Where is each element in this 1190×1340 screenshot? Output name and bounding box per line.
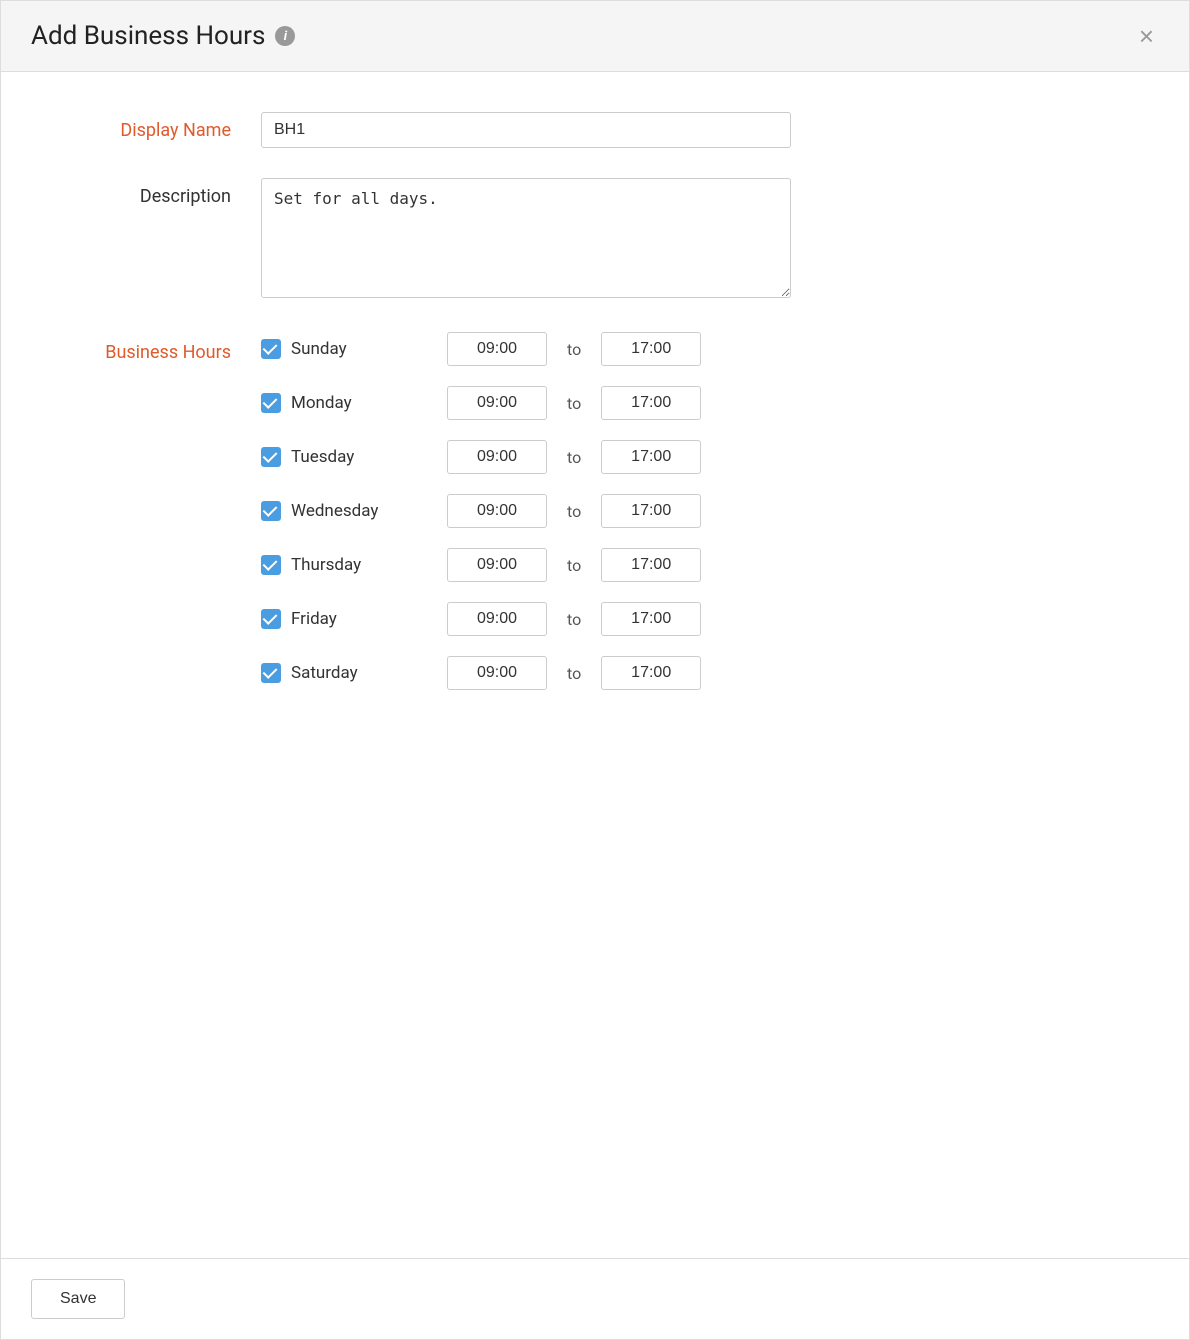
description-input-wrapper: Set for all days.	[261, 178, 791, 302]
sunday-label: Sunday	[291, 339, 401, 359]
wednesday-end-time[interactable]	[601, 494, 701, 528]
thursday-end-time[interactable]	[601, 548, 701, 582]
modal-title: Add Business Hours	[31, 21, 265, 51]
title-area: Add Business Hours i	[31, 21, 295, 51]
table-row: Thursday to	[261, 548, 1129, 582]
friday-start-time[interactable]	[447, 602, 547, 636]
save-button[interactable]: Save	[31, 1279, 125, 1319]
saturday-start-time[interactable]	[447, 656, 547, 690]
business-hours-label: Business Hours	[61, 332, 261, 363]
wednesday-to-label: to	[567, 502, 581, 521]
friday-to-label: to	[567, 610, 581, 629]
table-row: Saturday to	[261, 656, 1129, 690]
table-row: Monday to	[261, 386, 1129, 420]
monday-end-time[interactable]	[601, 386, 701, 420]
tuesday-checkbox-container: Tuesday	[261, 447, 431, 467]
friday-checkbox-container: Friday	[261, 609, 431, 629]
thursday-label: Thursday	[291, 555, 401, 575]
display-name-label: Display Name	[61, 112, 261, 141]
modal-body: Display Name Description Set for all day…	[1, 72, 1189, 1258]
info-icon[interactable]: i	[275, 26, 295, 46]
thursday-start-time[interactable]	[447, 548, 547, 582]
display-name-input-wrapper	[261, 112, 791, 148]
sunday-end-time[interactable]	[601, 332, 701, 366]
tuesday-checkbox[interactable]	[261, 447, 281, 467]
tuesday-label: Tuesday	[291, 447, 401, 467]
display-name-row: Display Name	[61, 112, 1129, 148]
thursday-checkbox-container: Thursday	[261, 555, 431, 575]
saturday-end-time[interactable]	[601, 656, 701, 690]
wednesday-checkbox-container: Wednesday	[261, 501, 431, 521]
monday-to-label: to	[567, 394, 581, 413]
friday-end-time[interactable]	[601, 602, 701, 636]
sunday-checkbox-container: Sunday	[261, 339, 431, 359]
business-hours-section: Business Hours Sunday to Monday	[61, 332, 1129, 690]
table-row: Friday to	[261, 602, 1129, 636]
tuesday-end-time[interactable]	[601, 440, 701, 474]
modal-header: Add Business Hours i ×	[1, 1, 1189, 72]
sunday-start-time[interactable]	[447, 332, 547, 366]
table-row: Sunday to	[261, 332, 1129, 366]
saturday-label: Saturday	[291, 663, 401, 683]
monday-label: Monday	[291, 393, 401, 413]
monday-checkbox[interactable]	[261, 393, 281, 413]
wednesday-label: Wednesday	[291, 501, 401, 521]
sunday-to-label: to	[567, 340, 581, 359]
tuesday-to-label: to	[567, 448, 581, 467]
tuesday-start-time[interactable]	[447, 440, 547, 474]
modal-footer: Save	[1, 1258, 1189, 1339]
wednesday-checkbox[interactable]	[261, 501, 281, 521]
thursday-to-label: to	[567, 556, 581, 575]
description-row: Description Set for all days.	[61, 178, 1129, 302]
table-row: Wednesday to	[261, 494, 1129, 528]
description-label: Description	[61, 178, 261, 207]
close-button[interactable]: ×	[1134, 23, 1159, 49]
description-input[interactable]: Set for all days.	[261, 178, 791, 298]
thursday-checkbox[interactable]	[261, 555, 281, 575]
saturday-checkbox[interactable]	[261, 663, 281, 683]
modal-container: Add Business Hours i × Display Name Desc…	[0, 0, 1190, 1340]
friday-checkbox[interactable]	[261, 609, 281, 629]
monday-checkbox-container: Monday	[261, 393, 431, 413]
table-row: Tuesday to	[261, 440, 1129, 474]
display-name-input[interactable]	[261, 112, 791, 148]
days-container: Sunday to Monday to	[261, 332, 1129, 690]
saturday-to-label: to	[567, 664, 581, 683]
friday-label: Friday	[291, 609, 401, 629]
monday-start-time[interactable]	[447, 386, 547, 420]
sunday-checkbox[interactable]	[261, 339, 281, 359]
saturday-checkbox-container: Saturday	[261, 663, 431, 683]
wednesday-start-time[interactable]	[447, 494, 547, 528]
